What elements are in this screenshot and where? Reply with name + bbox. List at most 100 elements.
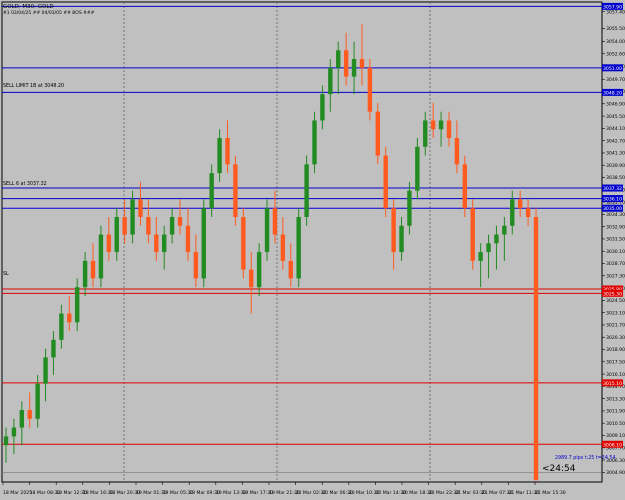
level-tag-text: 3057.90: [603, 4, 622, 10]
candle-body: [304, 164, 309, 217]
candle-body: [43, 357, 48, 384]
candle-body: [399, 225, 404, 253]
y-tick-label: 3010.50: [606, 421, 625, 427]
candle-body: [502, 225, 507, 235]
y-tick-label: 3052.60: [606, 51, 625, 57]
y-tick-label: 3031.50: [606, 237, 625, 243]
bar-timer: <24:54: [542, 464, 576, 474]
candle-body: [233, 164, 238, 217]
candle-body: [162, 234, 167, 253]
y-tick-label: 3042.70: [606, 138, 625, 144]
y-tick-label: 3032.90: [606, 224, 625, 230]
candle-body: [241, 216, 246, 270]
candle-body: [185, 225, 191, 253]
candle-body: [478, 252, 483, 261]
y-tick-label: 3023.10: [606, 310, 625, 316]
candle-body: [177, 216, 183, 226]
candle-body: [486, 243, 491, 253]
candle-body: [3, 436, 9, 446]
sell-limit-label[interactable]: SELL LIMIT 1B at 3048.20: [3, 83, 64, 89]
candle-body: [256, 252, 262, 288]
candle-body: [106, 234, 112, 253]
candle-body: [510, 199, 515, 226]
sl-label[interactable]: SL: [3, 271, 9, 277]
candle-body: [90, 260, 96, 279]
y-tick-label: 3013.30: [606, 396, 625, 402]
y-tick-label: 3044.10: [606, 126, 625, 132]
candle-body: [517, 199, 523, 209]
candle-body: [35, 383, 40, 419]
candle-body: [525, 208, 531, 217]
candle-body: [98, 234, 104, 279]
candle-body: [391, 208, 396, 253]
x-tick-label: 18 Mar 2025: [3, 490, 32, 496]
candle-body: [74, 287, 80, 323]
candle-body: [470, 208, 475, 261]
level-tag-text: 3015.10: [603, 381, 622, 387]
y-tick-label: 3009.10: [606, 433, 625, 439]
y-tick-label: 3046.90: [606, 101, 625, 107]
y-tick-label: 3049.70: [606, 77, 625, 83]
y-tick-label: 3028.70: [606, 261, 625, 267]
y-tick-label: 3017.50: [606, 359, 625, 365]
candle-body: [533, 216, 539, 481]
y-tick-label: 3034.30: [606, 212, 625, 218]
candle-body: [11, 427, 17, 437]
candle-body: [296, 216, 301, 279]
candle-body: [312, 120, 317, 165]
y-tick-label: 3041.30: [606, 151, 625, 157]
y-tick-label: 3004.90: [606, 470, 625, 476]
candle-body: [336, 50, 341, 68]
candle-body: [225, 138, 230, 165]
candle-body: [328, 67, 333, 95]
symbol-label: GOLD, M30: GOLD: [3, 4, 54, 10]
candle-body: [438, 120, 444, 130]
candle-body: [249, 269, 254, 288]
candle-body: [27, 410, 32, 419]
candle-body: [82, 260, 88, 288]
candle-body: [288, 260, 293, 279]
level-tag-text: 3036.10: [603, 197, 622, 203]
level-tag-text: 3025.30: [603, 291, 622, 297]
info-label: #1 03/04/25 ## 04/03/05 ## BOS ###: [3, 10, 95, 16]
candle-body: [320, 94, 325, 121]
candle-body: [494, 234, 499, 244]
level-tag-text: 3008.10: [603, 442, 622, 448]
candle-body: [217, 138, 222, 174]
y-tick-label: 3055.50: [606, 26, 625, 32]
candle-body: [114, 216, 119, 253]
candle-body: [209, 173, 214, 209]
candle-body: [59, 313, 64, 340]
x-tick-label: 21 Mar 15:30: [535, 490, 566, 496]
candle-body: [367, 67, 373, 112]
candle-body: [359, 59, 365, 68]
y-tick-label: 3020.30: [606, 335, 625, 341]
candle-body: [67, 313, 72, 323]
y-tick-label: 3038.50: [606, 175, 625, 181]
candle-body: [138, 199, 143, 217]
y-tick-label: 3027.30: [606, 273, 625, 279]
candle-body: [407, 190, 412, 226]
spread-note: 2989.7 pips t:25 t=24.54: [555, 455, 616, 461]
price-chart[interactable]: 3057.403055.503054.003052.603051.203049.…: [0, 0, 625, 500]
y-tick-label: 3018.90: [606, 347, 625, 353]
candle-body: [383, 155, 388, 209]
y-tick-label: 3011.90: [606, 409, 625, 415]
y-tick-label: 3054.00: [606, 39, 625, 45]
candle-body: [122, 216, 127, 235]
candle-body: [351, 59, 357, 77]
level-tag-text: 3051.00: [603, 66, 622, 72]
sell-label[interactable]: SELL 6 at 3037.32: [3, 181, 47, 187]
candle-body: [462, 164, 468, 209]
candle-body: [375, 111, 380, 156]
candle-body: [169, 216, 175, 235]
candle-body: [343, 50, 349, 77]
candle-body: [130, 199, 135, 235]
candle-body: [19, 410, 25, 428]
candle-body: [193, 252, 199, 279]
candle-body: [272, 208, 278, 235]
candle-body: [430, 120, 436, 130]
level-tag-text: 3048.20: [603, 90, 622, 96]
y-tick-label: 3039.90: [606, 163, 625, 169]
level-tag-text: 3037.32: [603, 186, 622, 192]
